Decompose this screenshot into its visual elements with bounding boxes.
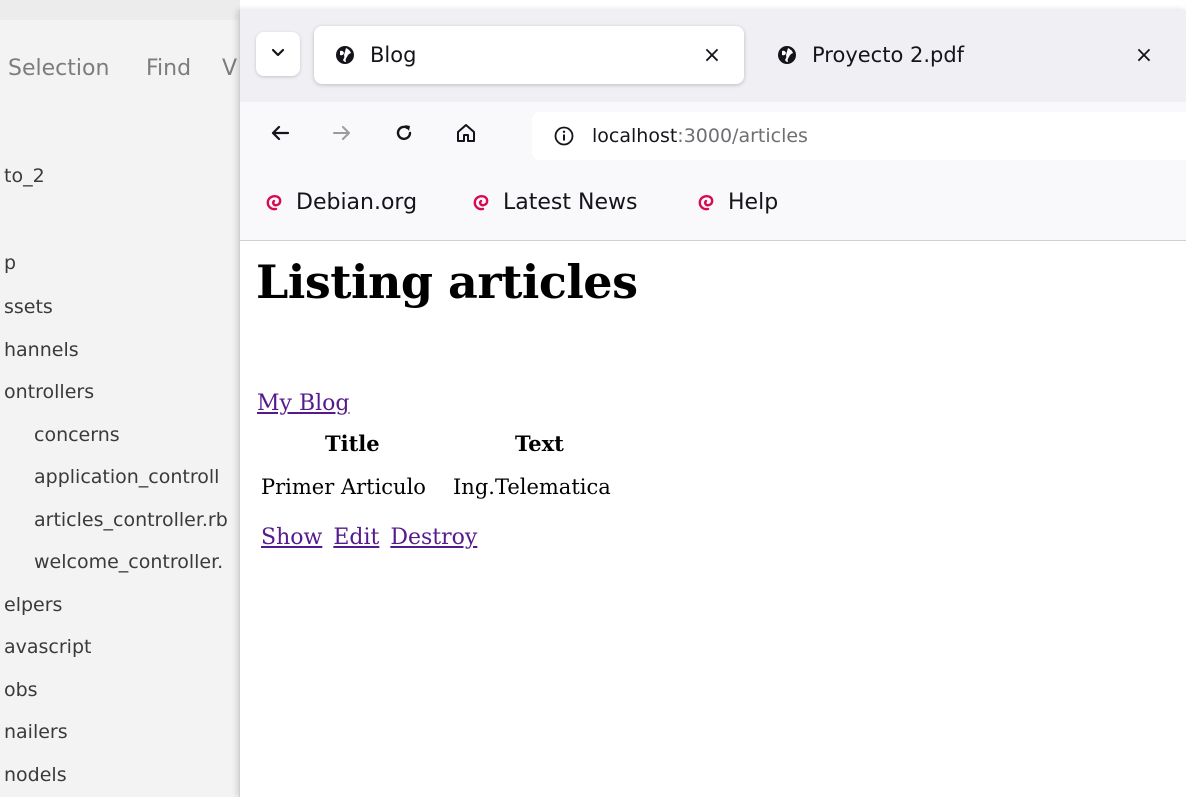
bookmark-latest-news[interactable]: Latest News	[469, 190, 637, 215]
menu-selection[interactable]: Selection	[8, 56, 109, 81]
table-cell-text: Ing.Telematica	[453, 475, 611, 499]
bookmark-help[interactable]: Help	[694, 190, 778, 215]
my-blog-link[interactable]: My Blog	[257, 391, 349, 416]
reload-button[interactable]	[384, 116, 424, 156]
show-link[interactable]: Show	[261, 525, 322, 550]
chevron-down-icon	[270, 44, 286, 64]
tree-item-articles-controller[interactable]: articles_controller.rb	[34, 509, 228, 531]
url-path: :3000/articles	[677, 125, 808, 147]
info-icon[interactable]	[552, 124, 576, 148]
forward-button[interactable]	[322, 116, 362, 156]
tree-item-models[interactable]: nodels	[4, 764, 67, 786]
tree-item-javascript[interactable]: avascript	[4, 636, 91, 658]
menu-find[interactable]: Find	[146, 56, 191, 81]
tree-item-controllers[interactable]: ontrollers	[4, 381, 94, 403]
bookmark-label: Help	[728, 190, 779, 215]
debian-swirl-icon	[694, 191, 718, 215]
arrow-left-icon	[269, 122, 291, 150]
edit-link[interactable]: Edit	[333, 525, 379, 550]
bookmark-debian-org[interactable]: Debian.org	[262, 190, 417, 215]
tree-item-welcome-controller[interactable]: welcome_controller.	[34, 551, 223, 573]
tab-bar: Blog × Proyecto 2.pdf ×	[240, 10, 1186, 102]
close-tab-icon[interactable]: ×	[1130, 41, 1158, 69]
bookmarks-toolbar: Debian.org Latest News Help	[240, 170, 1186, 241]
tree-item-helpers[interactable]: elpers	[4, 594, 62, 616]
reload-icon	[393, 122, 415, 150]
browser-window: Blog × Proyecto 2.pdf × localhost:3000/a…	[239, 10, 1186, 797]
globe-icon	[776, 44, 798, 66]
article-actions: Show Edit Destroy	[261, 525, 481, 550]
close-tab-icon[interactable]: ×	[698, 41, 726, 69]
navigation-toolbar: localhost:3000/articles	[240, 102, 1186, 170]
home-icon	[455, 122, 477, 150]
tree-item-application-controller[interactable]: application_controll	[34, 466, 219, 488]
tab-title: Blog	[370, 43, 417, 67]
page-title: Listing articles	[256, 255, 638, 309]
url-bar[interactable]: localhost:3000/articles	[532, 112, 1186, 160]
arrow-right-icon	[331, 122, 353, 150]
back-button[interactable]	[260, 116, 300, 156]
globe-icon	[334, 44, 356, 66]
tab-proyecto-pdf[interactable]: Proyecto 2.pdf ×	[756, 26, 1176, 84]
tree-item-jobs[interactable]: obs	[4, 679, 38, 701]
tree-item-project[interactable]: to_2	[4, 165, 45, 187]
menu-view[interactable]: V	[222, 56, 237, 81]
tree-item-channels[interactable]: hannels	[4, 339, 79, 361]
page-content: Listing articles My Blog Title Text Prim…	[240, 241, 1186, 797]
url-host: localhost	[592, 125, 678, 147]
tab-title: Proyecto 2.pdf	[812, 43, 965, 67]
column-header-text: Text	[515, 431, 564, 456]
list-all-tabs-button[interactable]	[256, 32, 300, 76]
url-text[interactable]: localhost:3000/articles	[592, 125, 808, 147]
tab-blog[interactable]: Blog ×	[314, 26, 744, 84]
debian-swirl-icon	[469, 191, 493, 215]
editor-top-strip	[0, 0, 240, 20]
column-header-title: Title	[325, 431, 380, 456]
tree-item-concerns[interactable]: concerns	[34, 424, 120, 446]
table-cell-title: Primer Articulo	[261, 475, 426, 499]
tree-item-assets[interactable]: ssets	[4, 296, 53, 318]
bookmark-label: Latest News	[503, 190, 638, 215]
destroy-link[interactable]: Destroy	[390, 525, 477, 550]
editor-window: Selection Find V to_2 p ssets hannels on…	[0, 0, 240, 797]
home-button[interactable]	[446, 116, 486, 156]
tree-item-app[interactable]: p	[4, 252, 16, 274]
tree-item-mailers[interactable]: nailers	[4, 721, 68, 743]
debian-swirl-icon	[262, 191, 286, 215]
bookmark-label: Debian.org	[296, 190, 418, 215]
